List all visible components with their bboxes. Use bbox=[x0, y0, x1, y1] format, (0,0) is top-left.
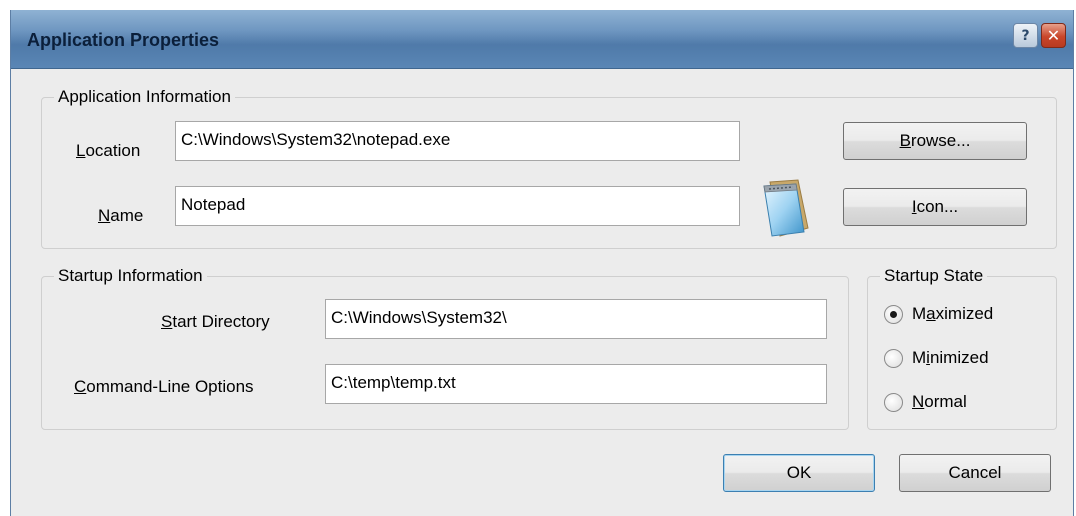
title-bar[interactable]: Application Properties ? ✕ bbox=[11, 10, 1073, 69]
radio-minimized[interactable]: Minimized bbox=[884, 348, 989, 368]
help-icon: ? bbox=[1021, 27, 1030, 44]
browse-button[interactable]: Browse... bbox=[843, 122, 1027, 160]
command-line-options-input[interactable]: C:\temp\temp.txt bbox=[325, 364, 827, 404]
cancel-button[interactable]: Cancel bbox=[899, 454, 1051, 492]
radio-normal[interactable]: Normal bbox=[884, 392, 967, 412]
radio-minimized-label: Minimized bbox=[912, 348, 989, 367]
close-button[interactable]: ✕ bbox=[1041, 23, 1066, 48]
close-icon: ✕ bbox=[1046, 26, 1061, 45]
location-label: Location bbox=[76, 141, 141, 160]
radio-button[interactable] bbox=[884, 304, 903, 324]
radio-normal-label: Normal bbox=[912, 392, 967, 411]
start-directory-input[interactable]: C:\Windows\System32\ bbox=[325, 299, 827, 339]
icon-button[interactable]: Icon... bbox=[843, 188, 1027, 226]
startup-information-label: Startup Information bbox=[54, 266, 207, 286]
radio-button[interactable] bbox=[884, 348, 903, 368]
application-information-label: Application Information bbox=[54, 87, 235, 107]
command-line-options-label: Command-Line Options bbox=[74, 377, 254, 396]
start-directory-label: Start Directory bbox=[161, 312, 270, 331]
radio-maximized-label: Maximized bbox=[912, 304, 994, 323]
name-input[interactable]: Notepad bbox=[175, 186, 740, 226]
location-input[interactable]: C:\Windows\System32\notepad.exe bbox=[175, 121, 740, 161]
radio-selected-dot bbox=[890, 310, 897, 318]
startup-state-label: Startup State bbox=[880, 266, 988, 286]
application-information-group: Application Information bbox=[41, 87, 1057, 249]
radio-maximized[interactable]: Maximized bbox=[884, 304, 993, 324]
radio-button[interactable] bbox=[884, 392, 903, 412]
notepad-icon bbox=[763, 179, 809, 237]
dialog-window: Application Properties ? ✕ Application I… bbox=[10, 10, 1074, 516]
ok-button[interactable]: OK bbox=[723, 454, 875, 492]
window-title: Application Properties bbox=[27, 30, 220, 50]
help-button[interactable]: ? bbox=[1013, 23, 1038, 48]
name-label: Name bbox=[98, 206, 144, 225]
